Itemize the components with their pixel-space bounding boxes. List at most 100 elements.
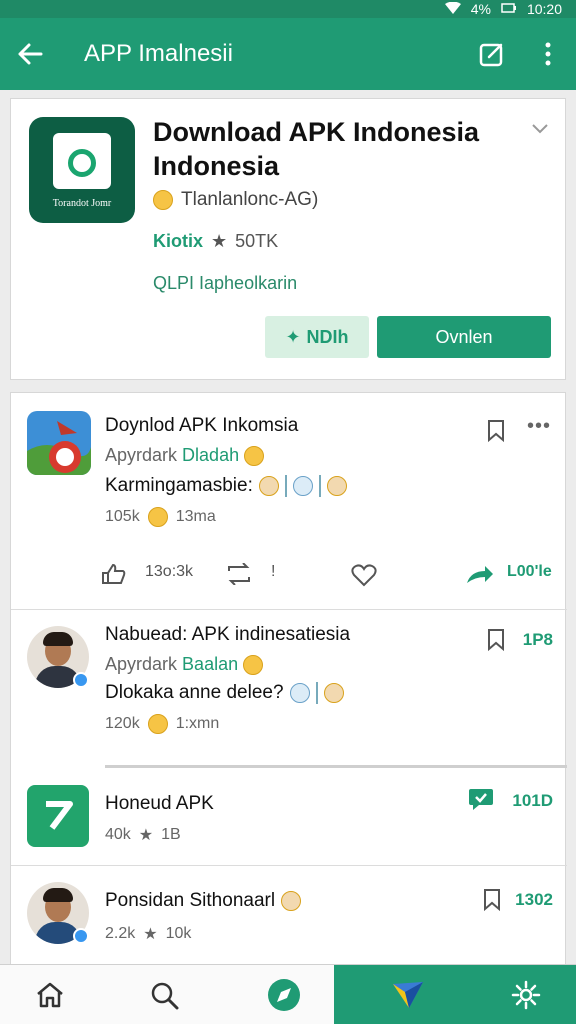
list-item[interactable]: Ponsidan Sithonaarl 1302 2.2k ★ 10k [11,866,567,966]
clock: 10:20 [526,1,562,17]
time-ago: 13ma [175,508,216,525]
chat-icon[interactable] [467,787,495,816]
chevron-down-icon[interactable] [531,119,549,140]
rating-text: Kiotix [153,231,204,251]
emoji-icon [292,476,313,496]
app-icon-caption: Torandot Jomr [52,198,112,209]
camera-icon [53,133,111,189]
secondary-button-label: NDIh [306,326,349,347]
post-thumbnail [27,411,91,475]
like-icon[interactable] [101,563,127,590]
post-meta: 40k ★ 1B [105,825,181,845]
list-item[interactable]: Nabuead: APK indinesatiesia 1P8 Apyrdark… [11,610,567,760]
time-ago: 1:xmn [175,715,220,732]
search-icon[interactable] [114,965,214,1024]
emoji-icon [326,476,347,496]
battery-level: 4% [470,1,491,17]
post-actions: 13o:3k ! L00'le [101,559,557,589]
bottom-nav [0,964,576,1024]
smile-emoji-icon [243,655,264,676]
battery-icon [501,1,517,17]
app-tile-icon[interactable] [27,785,89,847]
feed-list: Doynlod APK Inkomsia ••• Apyrdark Dladah… [10,392,567,967]
bookmark-icon[interactable] [481,888,503,917]
author-name[interactable]: Baalan [182,654,238,674]
share-icon[interactable] [465,563,495,590]
separator [315,682,318,704]
repost-count: ! [271,563,276,580]
post-title: Honeud APK [105,793,214,814]
back-arrow-icon[interactable] [0,18,60,90]
list-item[interactable]: Doynlod APK Inkomsia ••• Apyrdark Dladah… [11,393,567,609]
heart-icon[interactable] [351,563,377,592]
developer-row[interactable]: Tlanlanlonc-AG) [153,189,318,211]
wifi-icon [444,1,461,17]
like-count: 13o:3k [145,563,194,580]
star-icon: ★ [143,926,158,943]
post-line: Karmingamasbie: [105,475,253,496]
views-count: 120k [105,715,140,732]
divider [105,765,567,768]
compass-icon[interactable] [234,965,334,1024]
bookmark-count: 1P8 [522,630,553,649]
post-title: Ponsidan Sithonaarl [105,890,276,911]
app-bar: APP Imalnesii [0,18,576,90]
bookmark-icon[interactable] [485,628,507,657]
more-horizontal-icon[interactable]: ••• [527,415,551,438]
emoji-icon [323,683,344,703]
app-detail-card: Torandot Jomr Download APK Indonesia Ind… [10,98,566,380]
author-prefix: Apyrdark [105,654,178,674]
post-meta: 120k 1:xmn [105,714,219,734]
verified-badge-icon [73,672,89,688]
star-icon: ★ [211,231,228,251]
gear-icon[interactable] [476,965,576,1024]
author-prefix: Apyrdark [105,445,178,465]
share-count: L00'le [507,563,552,580]
emoji-icon [281,891,302,911]
app-bar-title: APP Imalnesii [84,40,233,67]
rating-count: 1B [161,826,181,843]
info-link[interactable]: QLPI Iapheolkarin [153,273,297,294]
smile-emoji-icon [153,190,173,210]
star-icon: ★ [138,827,154,844]
chat-count: 101D [512,791,553,810]
smile-emoji-icon [244,446,265,467]
open-button-label: Ovnlen [435,326,493,347]
emoji-icon [258,476,279,496]
rating-count: 10k [165,925,192,942]
smile-emoji-icon [147,507,168,527]
bookmark-icon[interactable] [485,419,507,448]
separator [284,475,287,497]
secondary-button[interactable]: ✦ NDIh [265,316,369,358]
post-meta: 2.2k ★ 10k [105,924,191,944]
author-name[interactable]: Dladah [182,445,239,465]
home-icon[interactable] [0,965,100,1024]
post-meta: 105k 13ma [105,507,216,527]
sparkle-icon: ✦ [285,326,301,347]
separator [318,475,321,497]
bookmark-count: 1302 [515,890,553,909]
open-button[interactable]: Ovnlen [377,316,551,358]
more-vertical-icon[interactable] [520,18,576,90]
edit-icon[interactable] [464,18,520,90]
post-text: Karmingamasbie: [105,475,347,497]
post-author: Apyrdark Baalan [105,654,264,676]
list-item[interactable]: Honeud APK 101D 40k ★ 1B [11,769,567,865]
status-bar: 4% 10:20 [0,0,576,18]
app-icon[interactable]: Torandot Jomr [29,117,135,223]
post-text: Dlokaka anne delee? [105,682,344,704]
views-count: 105k [105,508,140,525]
views-count: 2.2k [105,925,136,942]
smile-emoji-icon [147,714,168,734]
verified-badge-icon [73,928,89,944]
developer-name: Tlanlanlonc-AG) [181,189,319,210]
post-line: Dlokaka anne delee? [105,682,284,703]
downloads-count: 50TK [235,231,279,251]
app-title: Download APK Indonesia Indonesia [153,117,480,181]
post-title: Doynlod APK Inkomsia [105,415,299,436]
views-count: 40k [105,826,131,843]
emoji-icon [289,683,310,703]
repost-icon[interactable] [225,562,253,590]
stats-row: Kiotix ★ 50TK [153,231,278,252]
send-icon[interactable] [358,965,458,1024]
